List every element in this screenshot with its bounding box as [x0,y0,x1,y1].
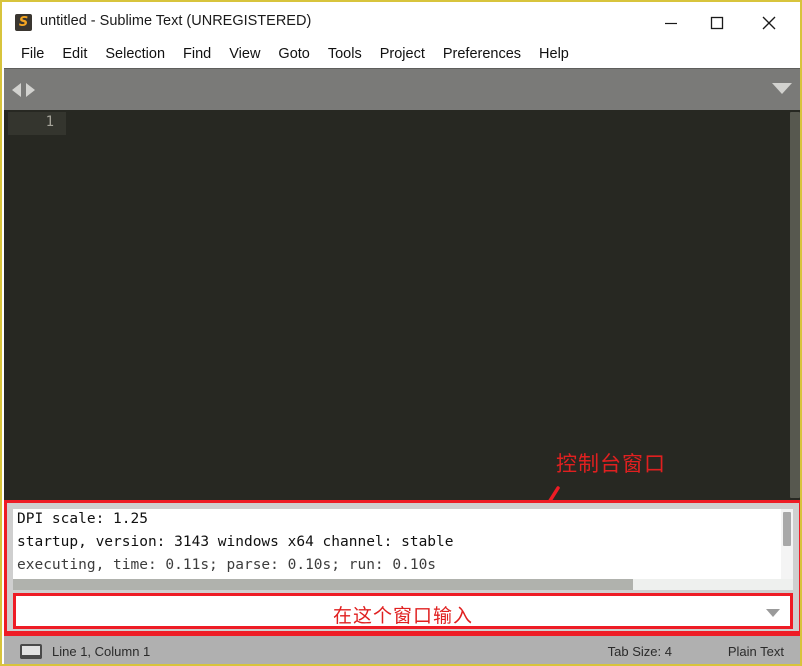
sublime-text-icon: S [15,14,32,31]
console-vscroll-thumb[interactable] [783,512,791,546]
status-syntax[interactable]: Plain Text [728,644,784,659]
annotation-input-label: 在这个窗口输入 [332,605,473,627]
console-output[interactable]: DPI scale: 1.25 startup, version: 3143 w… [13,509,793,579]
close-icon[interactable] [746,6,792,40]
menu-item-selection[interactable]: Selection [96,44,174,64]
console-line: executing, time: 0.11s; parse: 0.10s; ru… [17,557,437,573]
menu-item-goto[interactable]: Goto [269,44,318,64]
console-vertical-scrollbar[interactable] [781,509,793,579]
console-hscroll-thumb[interactable] [13,579,633,590]
menu-item-edit[interactable]: Edit [53,44,96,64]
chevron-down-icon[interactable] [772,83,792,94]
triangle-right-icon[interactable] [26,83,35,97]
menu-item-preferences[interactable]: Preferences [434,44,530,64]
sublime-text-window: S untitled - Sublime Text (UNREGISTERED)… [0,0,802,666]
menu-item-project[interactable]: Project [371,44,434,64]
line-number: 1 [45,114,54,130]
maximize-icon[interactable] [694,6,740,40]
status-cursor-position: Line 1, Column 1 [52,644,151,659]
chevron-down-icon[interactable] [766,609,780,617]
menu-item-find[interactable]: Find [174,44,220,64]
status-tab-size[interactable]: Tab Size: 4 [608,644,672,659]
console-panel: DPI scale: 1.25 startup, version: 3143 w… [4,500,800,634]
console-line: startup, version: 3143 windows x64 chann… [17,534,454,550]
window-title: untitled - Sublime Text (UNREGISTERED) [40,13,312,29]
status-bar: Line 1, Column 1 Tab Size: 4 Plain Text [4,634,800,664]
console-line: DPI scale: 1.25 [17,511,148,527]
title-bar: S untitled - Sublime Text (UNREGISTERED) [4,4,800,40]
menu-item-view[interactable]: View [220,44,269,64]
minimize-icon[interactable] [648,6,694,40]
menu-item-help[interactable]: Help [530,44,578,64]
editor-vertical-scrollbar[interactable] [788,110,800,500]
app-icon-glyph: S [18,15,29,30]
menu-bar: File Edit Selection Find View Goto Tools… [4,40,800,68]
tab-bar [4,68,800,111]
annotation-console-label: 控制台窗口 [556,452,666,476]
console-input[interactable]: 在这个窗口输入 [13,593,793,629]
triangle-left-icon[interactable] [12,83,21,97]
tab-scroll-arrows[interactable] [12,80,58,100]
menu-item-file[interactable]: File [12,44,53,64]
gutter: 1 [4,110,66,500]
menu-item-tools[interactable]: Tools [319,44,371,64]
annotation-arrow-icon [548,486,560,500]
console-horizontal-scrollbar[interactable] [13,579,793,590]
editor-area[interactable]: 1 控制台窗口 [4,110,800,500]
editor-scrollbar-thumb[interactable] [790,112,800,498]
monitor-icon [20,644,42,659]
